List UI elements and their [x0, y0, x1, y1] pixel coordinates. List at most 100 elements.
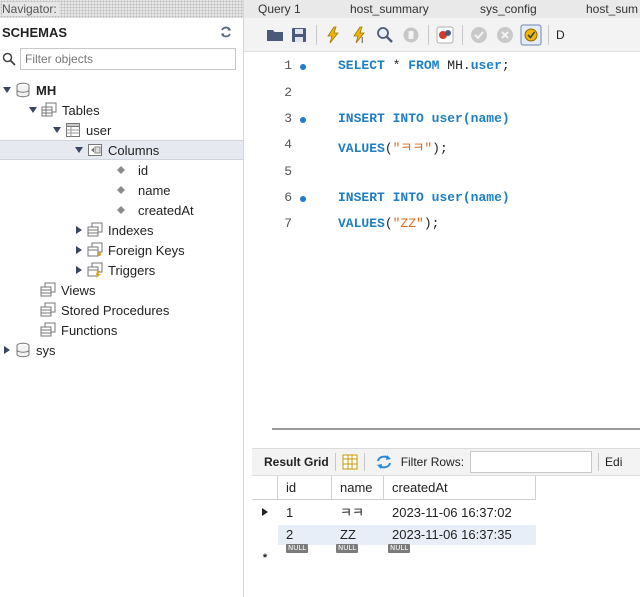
toolbar-separator: [334, 453, 336, 471]
table-icon: [66, 123, 80, 137]
schema-token: MH.: [447, 58, 471, 73]
database-icon: [16, 82, 30, 98]
stop-icon[interactable]: [402, 26, 420, 44]
column-header-id[interactable]: id: [278, 476, 332, 500]
tab-sys-config[interactable]: sys_config: [480, 0, 537, 18]
filter-rows-input[interactable]: [470, 451, 593, 473]
collapsed-arrow-icon[interactable]: [74, 265, 84, 275]
code-line-4[interactable]: VALUES("ㅋㅋ");: [338, 137, 448, 156]
keyword: VALUES: [338, 216, 385, 231]
expanded-arrow-icon[interactable]: [52, 125, 62, 135]
toolbar-separator: [598, 453, 600, 471]
tree-stored-procedures[interactable]: Stored Procedures: [40, 300, 169, 320]
tree-column-name[interactable]: name: [116, 180, 171, 200]
schema-mh-label: MH: [36, 82, 57, 98]
table-cell[interactable]: ㅋㅋ: [332, 503, 384, 523]
execute-lightning-icon[interactable]: [324, 26, 342, 44]
tree-column-createdat[interactable]: createdAt: [116, 200, 194, 220]
commit-icon[interactable]: [470, 26, 488, 44]
tree-indexes[interactable]: Indexes: [74, 220, 154, 240]
code-token: (: [384, 216, 393, 231]
save-icon[interactable]: [290, 26, 308, 44]
new-row-marker[interactable]: *: [252, 544, 278, 568]
expanded-arrow-icon[interactable]: [74, 145, 84, 155]
rollback-icon[interactable]: [496, 26, 514, 44]
code-token: ;: [501, 58, 510, 73]
toolbar-limit-dropdown[interactable]: D: [556, 28, 565, 42]
refresh-filter-icon[interactable]: [375, 454, 393, 470]
row-header-corner: [252, 476, 278, 500]
svg-text:I: I: [361, 36, 363, 44]
editor-result-splitter[interactable]: [272, 428, 640, 430]
keyword: VALUES: [338, 141, 385, 156]
null-cell[interactable]: NULL: [336, 542, 359, 556]
result-grid-button[interactable]: Result Grid: [264, 455, 329, 469]
string-literal: "ZZ": [392, 216, 424, 231]
statement-marker-icon: [300, 64, 306, 70]
filter-row: [0, 46, 243, 72]
indexes-folder-icon: [87, 222, 103, 237]
column-name-label: name: [138, 182, 171, 198]
explain-magnifier-icon[interactable]: [376, 26, 394, 44]
code-token: (: [384, 141, 393, 156]
table-cell[interactable]: 1: [278, 503, 332, 523]
table-token: user: [470, 58, 502, 73]
column-diamond-icon: [117, 206, 125, 214]
column-header-createdat[interactable]: createdAt: [384, 476, 536, 500]
expanded-arrow-icon[interactable]: [2, 85, 12, 95]
code-token: *: [392, 58, 401, 73]
filter-rows-label: Filter Rows:: [400, 455, 465, 469]
tab-host-sum[interactable]: host_sum: [586, 0, 638, 18]
tree-schema-mh[interactable]: MH: [2, 80, 56, 100]
tree-table-user[interactable]: user: [52, 120, 111, 140]
tab-query-1[interactable]: Query 1: [258, 0, 301, 18]
tree-functions[interactable]: Functions: [40, 320, 117, 340]
schemas-label: SCHEMAS: [2, 24, 68, 40]
tree-tables[interactable]: Tables: [28, 100, 100, 120]
null-cell[interactable]: NULL: [286, 542, 309, 556]
tree-foreign-keys[interactable]: Foreign Keys: [74, 240, 185, 260]
line-number: 7: [284, 216, 292, 231]
null-badge: NULL: [286, 544, 309, 553]
grid-layout-icon[interactable]: [342, 454, 358, 470]
toggle-error-icon[interactable]: [436, 26, 454, 44]
code-line-6[interactable]: INSERT INTO user(name): [338, 190, 510, 205]
collapsed-arrow-icon[interactable]: [74, 245, 84, 255]
navigator-panel: Navigator: SCHEMAS MH: [0, 0, 244, 597]
tree-views[interactable]: Views: [40, 280, 95, 300]
execute-current-statement-icon[interactable]: I: [350, 26, 368, 44]
line-number: 2: [284, 85, 292, 100]
filter-objects-input[interactable]: [20, 48, 236, 70]
column-diamond-icon: [117, 186, 125, 194]
tree-columns[interactable]: Columns: [0, 140, 243, 160]
table-token: user: [431, 111, 463, 126]
code-line-7[interactable]: VALUES("ZZ");: [338, 216, 439, 231]
tab-host-summary[interactable]: host_summary: [350, 0, 429, 18]
code-line-3[interactable]: INSERT INTO user(name): [338, 111, 510, 126]
code-line-1[interactable]: SELECT * FROM MH.user;: [338, 58, 510, 73]
tree-schema-sys[interactable]: sys: [2, 340, 56, 360]
code-token: (name): [462, 111, 510, 126]
tree-column-id[interactable]: id: [116, 160, 148, 180]
column-header-name[interactable]: name: [332, 476, 384, 500]
toolbar-separator: [462, 25, 463, 45]
code-token: );: [432, 141, 448, 156]
open-folder-icon[interactable]: [266, 26, 284, 44]
tree-triggers[interactable]: Triggers: [74, 260, 155, 280]
edit-label[interactable]: Edi: [605, 455, 622, 469]
statement-marker-icon: [300, 117, 306, 123]
table-cell[interactable]: 2023-11-06 16:37:02: [384, 503, 536, 523]
null-cell[interactable]: NULL: [388, 542, 411, 556]
collapsed-arrow-icon[interactable]: [2, 345, 12, 355]
null-badge: NULL: [388, 544, 411, 553]
line-number: 3: [284, 111, 292, 126]
tables-folder-icon: [41, 102, 57, 117]
refresh-schemas-icon[interactable]: [219, 25, 233, 39]
autocommit-icon[interactable]: [520, 24, 542, 46]
toolbar-separator: [428, 25, 429, 45]
columns-folder-icon: [88, 144, 102, 156]
collapsed-arrow-icon[interactable]: [74, 225, 84, 235]
sql-editor[interactable]: 1 2 3 4 5 6 7 SELECT * FROM MH.user; INS…: [250, 52, 640, 422]
table-row-marker[interactable]: [252, 501, 278, 525]
expanded-arrow-icon[interactable]: [28, 105, 38, 115]
